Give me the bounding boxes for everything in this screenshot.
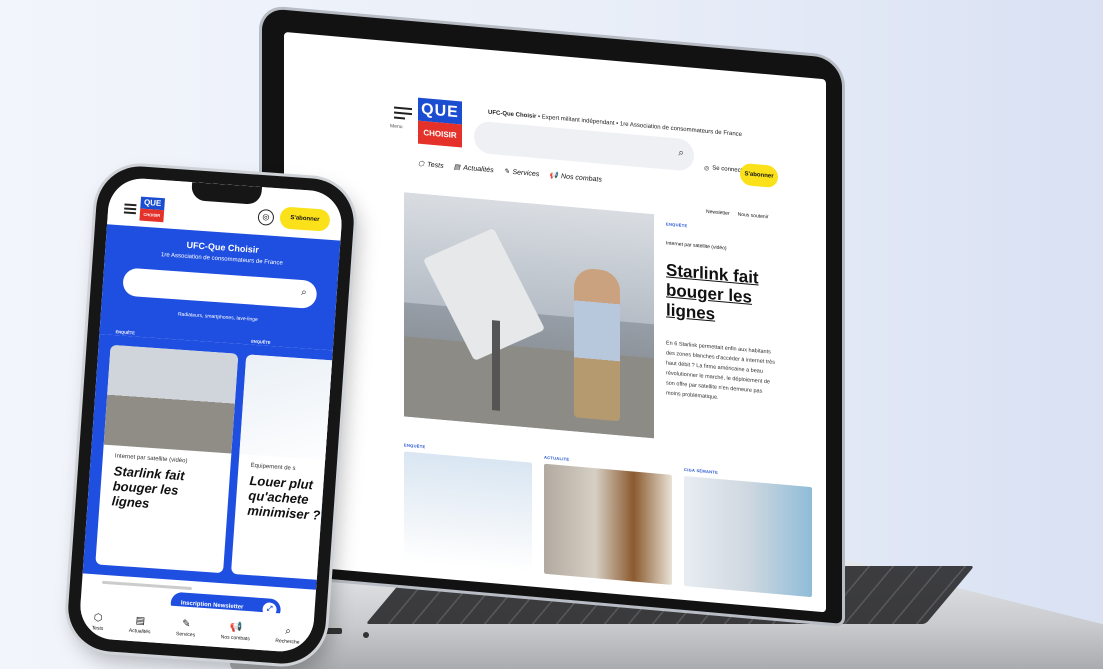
logo-bottom: CHOISIR: [418, 120, 462, 148]
article-card[interactable]: ACTUALITÉ: [544, 455, 672, 585]
nav-item-actualites[interactable]: ▤ Actualités: [454, 163, 494, 174]
site-header: Menu QUE CHOISIR UFC-Que Choisir • Exper…: [284, 32, 826, 220]
hero-person: [574, 267, 620, 422]
que-choisir-logo[interactable]: QUE CHOISIR: [418, 97, 462, 148]
card-image: [544, 463, 672, 585]
hero-subtitle: Internet par satellite (vidéo): [666, 240, 727, 252]
card-title: Louer plut qu'achete minimiser ?: [246, 472, 321, 523]
hamburger-bar: [124, 203, 137, 207]
article-card[interactable]: Internet par satellite (vidéo) Starlink …: [95, 344, 239, 574]
news-icon: ▤: [135, 614, 146, 627]
search-icon[interactable]: ⌕: [301, 287, 307, 298]
bottom-nav-label: Recherche: [275, 637, 300, 646]
card-title: Starlink fait bouger les lignes: [111, 463, 186, 511]
bottom-nav-combats[interactable]: 📢 Nos combats: [220, 621, 251, 642]
hamburger-bar: [123, 211, 136, 215]
mobile-screen: QUE CHOISIR ◎ S'abonner UFC-Que Choisir …: [78, 176, 344, 654]
bottom-nav-recherche[interactable]: ⌕ Recherche: [275, 625, 300, 646]
carousel-scrollbar[interactable]: [101, 580, 192, 591]
que-choisir-logo[interactable]: QUE CHOISIR: [139, 196, 166, 223]
news-icon: ▤: [453, 163, 461, 172]
desktop-screen: Menu QUE CHOISIR UFC-Que Choisir • Exper…: [284, 31, 826, 613]
search-hint: Radiateurs, smartphones, lave-linge: [177, 311, 258, 324]
hamburger-bar: [394, 111, 412, 116]
hero-badge: ENQUÊTE: [666, 221, 688, 229]
audio-port: [363, 632, 369, 638]
hamburger-icon[interactable]: [123, 201, 137, 216]
bottom-nav-label: Services: [175, 630, 196, 638]
user-icon[interactable]: ◎: [257, 208, 275, 226]
support-link[interactable]: Nous soutenir: [738, 212, 769, 221]
search-icon: ⌕: [285, 625, 292, 637]
nav-item-combats[interactable]: 📢 Nos combats: [549, 171, 602, 184]
article-cards: ENQUÊTE ACTUALITÉ CIGA SÉMANTE: [404, 442, 812, 598]
bottom-nav-label: Nos combats: [220, 633, 251, 642]
menu-button[interactable]: [394, 104, 412, 124]
article-card[interactable]: ENQUÊTE: [404, 442, 532, 573]
bottom-nav-services[interactable]: ✎ Services: [176, 618, 196, 638]
megaphone-icon: 📢: [549, 172, 559, 180]
article-card[interactable]: Équipement de s Louer plut qu'achete min…: [230, 354, 344, 583]
tests-icon: ⬡: [93, 611, 103, 624]
search-input[interactable]: ⌕: [122, 267, 318, 310]
nav-item-tests[interactable]: ⬡ Tests: [418, 160, 444, 170]
card-image: [239, 354, 344, 464]
bottom-nav-tests[interactable]: ⬡ Tests: [91, 612, 104, 632]
card-image: [103, 344, 239, 454]
card-image: [404, 451, 532, 573]
newsletter-link[interactable]: Newsletter: [706, 209, 730, 217]
bottom-nav-label: Actualités: [128, 627, 151, 635]
laptop-lid: Menu QUE CHOISIR UFC-Que Choisir • Exper…: [262, 8, 842, 624]
card-badge: ENQUÊTE: [115, 329, 136, 336]
hero-article: ENQUÊTE Internet par satellite (vidéo) S…: [666, 221, 776, 408]
hero-image[interactable]: [404, 192, 654, 439]
mobile-cards: Internet par satellite (vidéo) Starlink …: [82, 334, 344, 590]
dish-stand: [492, 320, 500, 411]
hamburger-icon: [394, 106, 412, 111]
services-icon: ✎: [503, 168, 510, 176]
card-image: [684, 475, 812, 598]
nav-label: Tests: [427, 160, 444, 170]
nav-label: Services: [512, 168, 540, 178]
hamburger-bar: [394, 116, 405, 120]
tests-icon: ⬡: [418, 160, 425, 169]
nav-label: Actualités: [463, 164, 494, 174]
megaphone-icon: 📢: [229, 621, 243, 634]
menu-label: Menu: [390, 123, 403, 131]
bottom-nav-label: Tests: [91, 624, 104, 632]
hamburger-bar: [124, 207, 137, 211]
main-nav: ⬡ Tests ▤ Actualités ✎ Services 📢 Nos combat…: [418, 160, 602, 184]
secondary-links: Newsletter Nous soutenir: [706, 209, 768, 220]
phone-mockup: QUE CHOISIR ◎ S'abonner UFC-Que Choisir …: [65, 163, 357, 667]
logo-bottom: CHOISIR: [139, 208, 165, 223]
nav-label: Nos combats: [561, 172, 602, 184]
bottom-nav-actualites[interactable]: ▤ Actualités: [128, 614, 152, 635]
hero-body: En 6 Starlink permettait enfin aux habit…: [666, 340, 775, 401]
user-icon: ◎: [704, 165, 710, 173]
hero-title[interactable]: Starlink fait bouger les lignes: [666, 260, 776, 330]
article-card[interactable]: CIGA SÉMANTE: [684, 467, 812, 598]
card-badge: ENQUÊTE: [251, 338, 271, 345]
usb-port: [322, 628, 342, 634]
subscribe-button[interactable]: S'abonner: [740, 162, 778, 189]
nav-item-services[interactable]: ✎ Services: [504, 167, 540, 178]
services-icon: ✎: [181, 618, 191, 630]
tagline-brand: UFC-Que Choisir: [488, 109, 537, 121]
search-icon[interactable]: ⌕: [678, 147, 684, 158]
subscribe-button[interactable]: S'abonner: [279, 206, 331, 232]
